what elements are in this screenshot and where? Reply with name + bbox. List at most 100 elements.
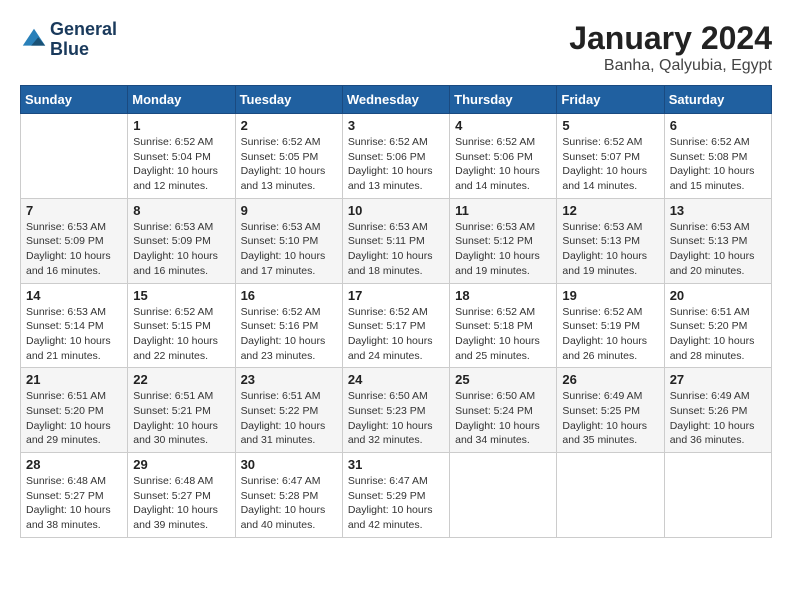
day-info: Sunrise: 6:53 AMSunset: 5:13 PMDaylight:…	[670, 220, 766, 279]
day-info: Sunrise: 6:51 AMSunset: 5:20 PMDaylight:…	[670, 305, 766, 364]
day-number: 8	[133, 203, 229, 218]
day-number: 27	[670, 372, 766, 387]
day-info: Sunrise: 6:51 AMSunset: 5:22 PMDaylight:…	[241, 389, 337, 448]
column-header-monday: Monday	[128, 86, 235, 114]
calendar-cell: 27 Sunrise: 6:49 AMSunset: 5:26 PMDayligh…	[664, 368, 771, 453]
calendar-cell	[450, 453, 557, 538]
calendar-cell: 5 Sunrise: 6:52 AMSunset: 5:07 PMDaylight…	[557, 114, 664, 199]
day-info: Sunrise: 6:52 AMSunset: 5:04 PMDaylight:…	[133, 135, 229, 194]
day-info: Sunrise: 6:47 AMSunset: 5:28 PMDaylight:…	[241, 474, 337, 533]
day-info: Sunrise: 6:52 AMSunset: 5:07 PMDaylight:…	[562, 135, 658, 194]
day-info: Sunrise: 6:48 AMSunset: 5:27 PMDaylight:…	[26, 474, 122, 533]
day-info: Sunrise: 6:53 AMSunset: 5:13 PMDaylight:…	[562, 220, 658, 279]
day-info: Sunrise: 6:49 AMSunset: 5:25 PMDaylight:…	[562, 389, 658, 448]
day-number: 30	[241, 457, 337, 472]
day-number: 15	[133, 288, 229, 303]
calendar-cell	[21, 114, 128, 199]
day-info: Sunrise: 6:52 AMSunset: 5:05 PMDaylight:…	[241, 135, 337, 194]
calendar-cell: 2 Sunrise: 6:52 AMSunset: 5:05 PMDaylight…	[235, 114, 342, 199]
day-number: 22	[133, 372, 229, 387]
day-number: 7	[26, 203, 122, 218]
day-info: Sunrise: 6:48 AMSunset: 5:27 PMDaylight:…	[133, 474, 229, 533]
day-number: 12	[562, 203, 658, 218]
day-number: 2	[241, 118, 337, 133]
day-number: 24	[348, 372, 444, 387]
calendar-cell: 25 Sunrise: 6:50 AMSunset: 5:24 PMDayligh…	[450, 368, 557, 453]
day-info: Sunrise: 6:49 AMSunset: 5:26 PMDaylight:…	[670, 389, 766, 448]
day-number: 29	[133, 457, 229, 472]
calendar-cell: 13 Sunrise: 6:53 AMSunset: 5:13 PMDayligh…	[664, 198, 771, 283]
day-number: 9	[241, 203, 337, 218]
calendar-cell: 29 Sunrise: 6:48 AMSunset: 5:27 PMDayligh…	[128, 453, 235, 538]
day-info: Sunrise: 6:53 AMSunset: 5:11 PMDaylight:…	[348, 220, 444, 279]
day-info: Sunrise: 6:50 AMSunset: 5:24 PMDaylight:…	[455, 389, 551, 448]
page-subtitle: Banha, Qalyubia, Egypt	[569, 57, 772, 75]
calendar-cell: 24Sunrise: 6:50 AMSunset: 5:23 PMDayligh…	[342, 368, 449, 453]
calendar-cell: 6Sunrise: 6:52 AMSunset: 5:08 PMDaylight…	[664, 114, 771, 199]
column-header-tuesday: Tuesday	[235, 86, 342, 114]
calendar-cell: 12 Sunrise: 6:53 AMSunset: 5:13 PMDayligh…	[557, 198, 664, 283]
day-number: 18	[455, 288, 551, 303]
day-info: Sunrise: 6:52 AMSunset: 5:06 PMDaylight:…	[455, 135, 551, 194]
calendar-cell: 11 Sunrise: 6:53 AMSunset: 5:12 PMDayligh…	[450, 198, 557, 283]
day-info: Sunrise: 6:52 AMSunset: 5:08 PMDaylight:…	[670, 135, 766, 194]
day-number: 5	[562, 118, 658, 133]
day-number: 13	[670, 203, 766, 218]
calendar-cell: 26 Sunrise: 6:49 AMSunset: 5:25 PMDayligh…	[557, 368, 664, 453]
day-number: 10	[348, 203, 444, 218]
day-number: 19	[562, 288, 658, 303]
calendar-header-row: SundayMondayTuesdayWednesdayThursdayFrid…	[21, 86, 772, 114]
calendar-cell: 30 Sunrise: 6:47 AMSunset: 5:28 PMDayligh…	[235, 453, 342, 538]
column-header-thursday: Thursday	[450, 86, 557, 114]
day-info: Sunrise: 6:51 AMSunset: 5:21 PMDaylight:…	[133, 389, 229, 448]
day-number: 25	[455, 372, 551, 387]
week-row-1: 1 Sunrise: 6:52 AMSunset: 5:04 PMDaylight…	[21, 114, 772, 199]
page-title: January 2024	[569, 20, 772, 57]
calendar-cell: 16 Sunrise: 6:52 AMSunset: 5:16 PMDayligh…	[235, 283, 342, 368]
day-number: 3	[348, 118, 444, 133]
day-info: Sunrise: 6:53 AMSunset: 5:09 PMDaylight:…	[133, 220, 229, 279]
day-info: Sunrise: 6:52 AMSunset: 5:16 PMDaylight:…	[241, 305, 337, 364]
calendar-cell: 7Sunrise: 6:53 AMSunset: 5:09 PMDaylight…	[21, 198, 128, 283]
day-number: 4	[455, 118, 551, 133]
page-header: General Blue January 2024 Banha, Qalyubi…	[20, 20, 772, 75]
day-number: 17	[348, 288, 444, 303]
day-info: Sunrise: 6:53 AMSunset: 5:10 PMDaylight:…	[241, 220, 337, 279]
day-number: 21	[26, 372, 122, 387]
day-info: Sunrise: 6:53 AMSunset: 5:12 PMDaylight:…	[455, 220, 551, 279]
calendar-cell: 8 Sunrise: 6:53 AMSunset: 5:09 PMDaylight…	[128, 198, 235, 283]
day-number: 16	[241, 288, 337, 303]
day-info: Sunrise: 6:52 AMSunset: 5:15 PMDaylight:…	[133, 305, 229, 364]
day-info: Sunrise: 6:51 AMSunset: 5:20 PMDaylight:…	[26, 389, 122, 448]
calendar-cell: 19 Sunrise: 6:52 AMSunset: 5:19 PMDayligh…	[557, 283, 664, 368]
calendar-cell: 15 Sunrise: 6:52 AMSunset: 5:15 PMDayligh…	[128, 283, 235, 368]
calendar-cell	[557, 453, 664, 538]
calendar-cell: 31 Sunrise: 6:47 AMSunset: 5:29 PMDayligh…	[342, 453, 449, 538]
column-header-saturday: Saturday	[664, 86, 771, 114]
calendar-cell: 20Sunrise: 6:51 AMSunset: 5:20 PMDayligh…	[664, 283, 771, 368]
column-header-sunday: Sunday	[21, 86, 128, 114]
week-row-3: 14Sunrise: 6:53 AMSunset: 5:14 PMDayligh…	[21, 283, 772, 368]
calendar-cell: 22 Sunrise: 6:51 AMSunset: 5:21 PMDayligh…	[128, 368, 235, 453]
day-number: 28	[26, 457, 122, 472]
calendar-cell: 23Sunrise: 6:51 AMSunset: 5:22 PMDayligh…	[235, 368, 342, 453]
calendar-cell: 18 Sunrise: 6:52 AMSunset: 5:18 PMDayligh…	[450, 283, 557, 368]
logo: General Blue	[20, 20, 117, 60]
day-number: 1	[133, 118, 229, 133]
day-number: 26	[562, 372, 658, 387]
week-row-5: 28 Sunrise: 6:48 AMSunset: 5:27 PMDayligh…	[21, 453, 772, 538]
day-info: Sunrise: 6:47 AMSunset: 5:29 PMDaylight:…	[348, 474, 444, 533]
day-info: Sunrise: 6:52 AMSunset: 5:18 PMDaylight:…	[455, 305, 551, 364]
logo-icon	[20, 26, 48, 54]
column-header-wednesday: Wednesday	[342, 86, 449, 114]
day-number: 31	[348, 457, 444, 472]
week-row-2: 7 Sunrise: 6:53 AMSunset: 5:09 PMDaylight…	[21, 198, 772, 283]
day-info: Sunrise: 6:52 AMSunset: 5:19 PMDaylight:…	[562, 305, 658, 364]
column-header-friday: Friday	[557, 86, 664, 114]
day-number: 11	[455, 203, 551, 218]
calendar-cell: 17 Sunrise: 6:52 AMSunset: 5:17 PMDayligh…	[342, 283, 449, 368]
calendar-cell: 28 Sunrise: 6:48 AMSunset: 5:27 PMDayligh…	[21, 453, 128, 538]
day-info: Sunrise: 6:52 AMSunset: 5:17 PMDaylight:…	[348, 305, 444, 364]
logo-text: General Blue	[50, 20, 117, 60]
title-block: January 2024 Banha, Qalyubia, Egypt	[569, 20, 772, 75]
